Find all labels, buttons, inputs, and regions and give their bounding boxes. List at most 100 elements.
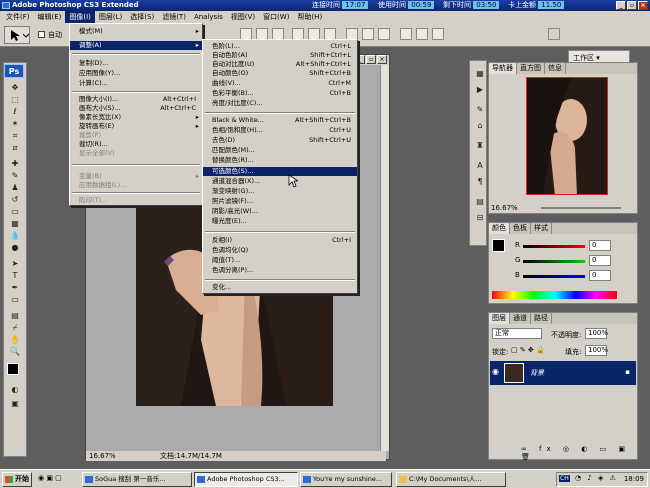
menu-edit[interactable]: 编辑(E) <box>34 11 66 23</box>
image-menu-item[interactable]: 应用数据组(L)... <box>70 181 202 190</box>
tab-color[interactable]: 颜色 <box>489 223 510 234</box>
adjust-menu-item[interactable]: 曝光度(E)... <box>203 217 357 226</box>
input-language-indicator[interactable]: CH <box>559 475 570 482</box>
distribute-middle-icon[interactable] <box>362 28 374 40</box>
lasso-tool[interactable]: ℓ <box>8 107 22 117</box>
distribute-hcenter-icon[interactable] <box>416 28 428 40</box>
red-value-input[interactable]: 0 <box>589 240 611 251</box>
layer-name[interactable]: 背景 <box>530 368 544 378</box>
menu-view[interactable]: 视图(V) <box>227 11 259 23</box>
tab-channels[interactable]: 通道 <box>510 313 531 324</box>
tab-paths[interactable]: 路径 <box>531 313 552 324</box>
distribute-bottom-icon[interactable] <box>378 28 390 40</box>
distribute-left-icon[interactable] <box>400 28 412 40</box>
image-menu-item[interactable]: 应用图像(Y)... <box>70 69 202 78</box>
menu-layer[interactable]: 图层(L) <box>95 11 126 23</box>
tab-swatches[interactable]: 色板 <box>510 223 531 234</box>
clone-source-icon[interactable]: ♜ <box>473 141 487 151</box>
distribute-right-icon[interactable] <box>432 28 444 40</box>
measurement-log-icon[interactable]: ⊟ <box>473 213 487 223</box>
image-menu-item[interactable]: 复制(D)... <box>70 59 202 68</box>
layer-visibility-eye-icon[interactable]: ◉ <box>492 367 499 376</box>
tool-preset-picker[interactable] <box>4 26 30 44</box>
taskbar-task[interactable]: SoGua 搜刮 第一音乐... <box>82 472 192 487</box>
tab-navigator[interactable]: 导航器 <box>489 63 517 74</box>
image-menu-item[interactable]: 像素长宽比(X) ▸ <box>70 113 202 122</box>
tab-layers[interactable]: 图层 <box>489 313 510 324</box>
brush-tool[interactable]: ✎ <box>8 171 22 181</box>
adjust-menu-item[interactable]: 色调分离(P)... <box>203 266 357 275</box>
minimize-button[interactable]: _ <box>616 1 626 10</box>
adjust-menu-item-selective-color[interactable]: 可选颜色(S)... <box>203 167 357 176</box>
doc-close-button[interactable]: × <box>377 55 387 64</box>
image-menu-item[interactable]: 计算(C)... <box>70 79 202 88</box>
clone-stamp-tool[interactable]: ♟ <box>8 183 22 193</box>
zoom-tool[interactable]: 🔍 <box>8 347 22 357</box>
auto-select-checkbox[interactable] <box>38 31 45 38</box>
shape-tool[interactable]: ▭ <box>8 295 22 305</box>
lock-icons[interactable]: ▢ ✎ ✥ 🔒 <box>511 346 545 354</box>
marquee-tool[interactable]: ⬚ <box>8 95 22 105</box>
character-panel-icon[interactable]: A <box>473 161 487 171</box>
image-menu-item[interactable]: 图像大小(I)... Alt+Ctrl+I <box>70 95 202 104</box>
menu-filter[interactable]: 滤镜(T) <box>158 11 190 23</box>
path-selection-tool[interactable]: ➤ <box>8 259 22 269</box>
adjust-menu-item[interactable]: 曲线(V)... Ctrl+M <box>203 79 357 88</box>
slice-tool[interactable]: ⧄ <box>8 143 22 153</box>
dodge-tool[interactable]: ● <box>8 243 22 253</box>
adjust-menu-item[interactable]: 照片滤镜(F)... <box>203 197 357 206</box>
image-menu-item[interactable]: 旋转画布(E) ▸ <box>70 122 202 131</box>
gradient-tool[interactable]: ▦ <box>8 219 22 229</box>
screen-mode-icon[interactable]: ▣ <box>8 399 22 409</box>
adjust-menu-item[interactable]: 自动颜色(O) Shift+Ctrl+B <box>203 69 357 78</box>
blue-value-input[interactable]: 0 <box>589 270 611 281</box>
quicklaunch-icons[interactable]: ◉ ▣ ▢ <box>38 474 62 482</box>
adjust-menu-item[interactable]: 色阶(L)... Ctrl+L <box>203 42 357 51</box>
palette-well-icon[interactable] <box>548 28 560 40</box>
adjust-menu-item[interactable]: 去色(D) Shift+Ctrl+U <box>203 136 357 145</box>
adjust-menu-item[interactable]: Black & White... Alt+Shift+Ctrl+B <box>203 116 357 125</box>
green-value-input[interactable]: 0 <box>589 255 611 266</box>
blend-mode-select[interactable]: 正常 <box>492 328 542 339</box>
image-menu-item[interactable]: 裁切(R)... <box>70 140 202 149</box>
menu-select[interactable]: 选择(S) <box>126 11 158 23</box>
notes-tool[interactable]: ▤ <box>8 311 22 321</box>
color-foreground-swatch[interactable] <box>492 239 505 252</box>
adjust-menu-item[interactable]: 阴影/高光(W)... <box>203 207 357 216</box>
navigator-preview[interactable] <box>526 77 608 195</box>
adjust-menu-item[interactable]: 色调均化(Q) <box>203 246 357 255</box>
menu-window[interactable]: 窗口(W) <box>259 11 293 23</box>
paragraph-panel-icon[interactable]: ¶ <box>473 177 487 187</box>
green-slider[interactable] <box>523 260 585 263</box>
adjust-menu-item[interactable]: 通道混合器(X)... <box>203 177 357 186</box>
menu-file[interactable]: 文件(F) <box>2 11 34 23</box>
pen-tool[interactable]: ✒ <box>8 283 22 293</box>
quick-mask-icon[interactable]: ◐ <box>8 385 22 395</box>
healing-brush-tool[interactable]: ✚ <box>8 159 22 169</box>
document-zoom[interactable]: 16.67% <box>89 451 116 461</box>
navigator-zoom[interactable]: 16.67% <box>491 204 518 212</box>
image-menu-item[interactable]: 模式(M) ▸ <box>70 27 202 36</box>
tab-styles[interactable]: 样式 <box>531 223 552 234</box>
adjust-menu-item[interactable]: 变化... <box>203 283 357 292</box>
crop-tool[interactable]: ⌗ <box>8 131 22 141</box>
type-tool[interactable]: T <box>8 271 22 281</box>
tab-histogram[interactable]: 直方图 <box>517 63 545 74</box>
adjust-menu-item[interactable]: 渐变映射(G)... <box>203 187 357 196</box>
adjust-menu-item[interactable]: 匹配颜色(M)... <box>203 146 357 155</box>
menu-help[interactable]: 帮助(H) <box>293 11 326 23</box>
layer-comps-icon[interactable]: ▤ <box>473 197 487 207</box>
tray-icons[interactable]: ◔ ♪ ◈ ⚠ <box>575 474 618 482</box>
menu-analysis[interactable]: Analysis <box>190 11 227 23</box>
red-slider[interactable] <box>523 245 585 248</box>
foreground-color-swatch[interactable] <box>7 363 19 375</box>
doc-restore-button[interactable]: ▫ <box>366 55 376 64</box>
move-tool[interactable]: ✥ <box>8 83 22 93</box>
start-button[interactable]: 开始 <box>2 472 32 487</box>
adjust-menu-item[interactable]: 自动对比度(U) Alt+Shift+Ctrl+L <box>203 60 357 69</box>
menu-image[interactable]: 图像(I) <box>65 11 95 23</box>
adjust-menu-item[interactable]: 自动色阶(A) Shift+Ctrl+L <box>203 51 357 60</box>
tool-presets-icon[interactable]: ✎ <box>473 105 487 115</box>
image-menu-item-adjust[interactable]: 调整(A) ▸ <box>70 41 202 50</box>
magic-wand-tool[interactable]: ✶ <box>8 119 22 129</box>
